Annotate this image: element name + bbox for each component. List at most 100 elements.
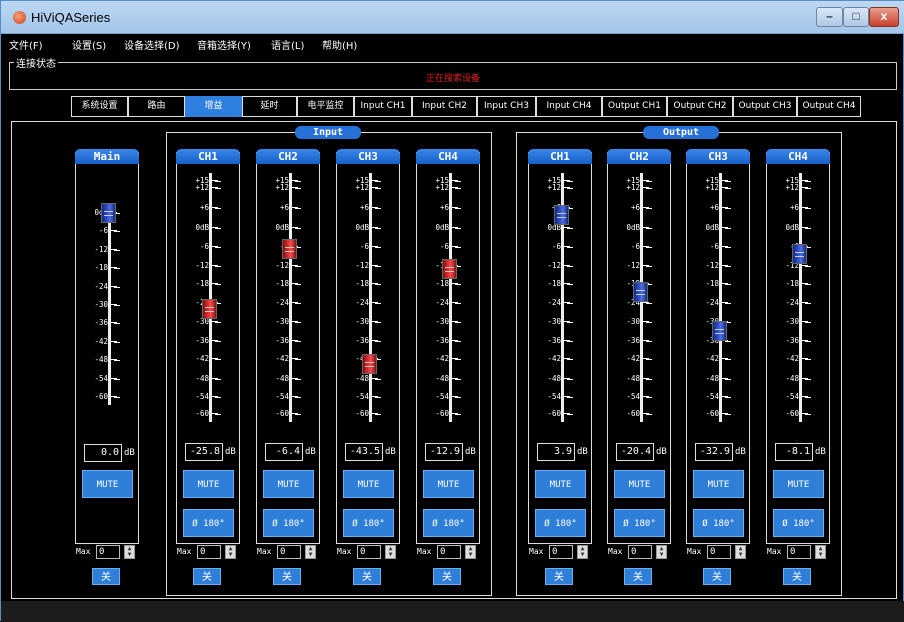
tab-2[interactable]: 增益 [185,96,242,117]
output-ch4-gain-value[interactable]: -8.1 [775,443,813,461]
input-ch3-max-input[interactable]: 0 [357,545,381,559]
tab-12[interactable]: Output CH4 [797,96,861,117]
input-ch3-gain-value[interactable]: -43.5 [345,443,383,461]
input-ch2-phase-button[interactable]: Ø 180° [263,509,314,537]
output-ch4-phase-button[interactable]: Ø 180° [773,509,824,537]
input-ch2-fader-knob[interactable] [282,238,297,259]
main-off-button[interactable]: 关 [92,568,120,585]
input-ch1-off-button[interactable]: 关 [193,568,221,585]
tab-7[interactable]: Input CH3 [477,96,536,117]
input-ch3-scale-tick [375,414,381,415]
minimize-button[interactable]: – [816,7,843,27]
input-ch4-fader-knob[interactable] [442,258,457,279]
output-ch1-off-button[interactable]: 关 [545,568,573,585]
input-ch2-fader-track[interactable] [289,173,292,422]
tab-0[interactable]: 系统设置 [71,96,128,117]
output-ch2-fader-knob[interactable] [633,281,648,302]
input-ch3-phase-button[interactable]: Ø 180° [343,509,394,537]
tab-5[interactable]: Input CH1 [354,96,412,117]
close-button[interactable]: x [869,7,899,27]
input-ch1-phase-button[interactable]: Ø 180° [183,509,234,537]
tab-1[interactable]: 路由 [128,96,185,117]
output-ch2-gain-value[interactable]: -20.4 [616,443,654,461]
tab-9[interactable]: Output CH1 [602,96,667,117]
input-ch1-fader-knob[interactable] [202,298,217,319]
output-ch2-scale-label: 0dB [612,223,649,232]
main-fader-knob[interactable] [101,203,116,223]
input-ch1-max-input[interactable]: 0 [197,545,221,559]
output-ch1-max-spinner[interactable]: ▲ ▼ [577,545,588,559]
tab-10[interactable]: Output CH2 [667,96,733,117]
input-ch4-max-spinner[interactable]: ▲ ▼ [465,545,476,559]
output-ch1-mute-button[interactable]: MUTE [535,470,586,498]
output-ch1-phase-button[interactable]: Ø 180° [535,509,586,537]
input-ch4-gain-value[interactable]: -12.9 [425,443,463,461]
input-ch3-off-button[interactable]: 关 [353,568,381,585]
output-ch2-mute-button[interactable]: MUTE [614,470,665,498]
output-ch3-fader-knob[interactable] [712,321,727,342]
output-ch1-gain-value[interactable]: 3.9 [537,443,575,461]
main-mute-button[interactable]: MUTE [82,470,133,498]
main-scale-label: -24 [80,282,117,291]
input-ch3-mute-button[interactable]: MUTE [343,470,394,498]
maximize-button[interactable]: □ [843,7,869,27]
output-ch4-max-input[interactable]: 0 [787,545,811,559]
input-ch2-scale-tick [295,265,301,267]
input-ch3-fader-knob[interactable] [362,354,377,375]
input-ch3-fader-track[interactable] [369,173,372,422]
input-ch4-mute-button[interactable]: MUTE [423,470,474,498]
output-ch3-off-button[interactable]: 关 [703,568,731,585]
main-max-spinner[interactable]: ▲ ▼ [124,545,135,559]
output-ch3-fader-track[interactable] [719,173,722,422]
output-ch4-off-button[interactable]: 关 [783,568,811,585]
input-ch2-mute-button[interactable]: MUTE [263,470,314,498]
output-ch2-max-input[interactable]: 0 [628,545,652,559]
tab-4[interactable]: 电平监控 [297,96,354,117]
menu-speaker-select[interactable]: 音箱选择(Y) [197,37,251,52]
output-ch3-max-input[interactable]: 0 [707,545,731,559]
output-ch3-mute-button[interactable]: MUTE [693,470,744,498]
input-ch1-mute-button[interactable]: MUTE [183,470,234,498]
output-ch1-scale-tick [567,322,573,324]
output-ch4-fader-knob[interactable] [792,243,807,264]
output-ch3-gain-value[interactable]: -32.9 [695,443,733,461]
output-ch1-fader-knob[interactable] [554,205,569,226]
output-ch4-max-spinner[interactable]: ▲ ▼ [815,545,826,559]
output-ch2-max-spinner[interactable]: ▲ ▼ [656,545,667,559]
input-ch4-phase-button[interactable]: Ø 180° [423,509,474,537]
output-ch4-fader-track[interactable] [799,173,802,422]
output-ch3-max-spinner[interactable]: ▲ ▼ [735,545,746,559]
main-fader-track[interactable] [108,205,111,405]
input-ch4-max-input[interactable]: 0 [437,545,461,559]
main-gain-value[interactable]: 0.0 [84,444,122,462]
tab-6[interactable]: Input CH2 [412,96,477,117]
input-ch4-fader-track[interactable] [449,173,452,422]
menu-settings[interactable]: 设置(S) [72,37,106,52]
output-ch1-scale-tick [567,414,573,415]
menu-language[interactable]: 语言(L) [271,37,304,52]
main-max-input[interactable]: 0 [96,545,120,559]
output-ch3-phase-button[interactable]: Ø 180° [693,509,744,537]
output-ch2-phase-button[interactable]: Ø 180° [614,509,665,537]
input-ch2-gain-value[interactable]: -6.4 [265,443,303,461]
output-ch4-mute-button[interactable]: MUTE [773,470,824,498]
input-ch1-fader-track[interactable] [209,173,212,422]
input-ch2-off-button[interactable]: 关 [273,568,301,585]
tab-8[interactable]: Input CH4 [536,96,602,117]
menu-device-select[interactable]: 设备选择(D) [124,37,180,52]
tab-11[interactable]: Output CH3 [733,96,797,117]
title-bar[interactable]: HiViQASeries – □ x [1,1,904,34]
input-ch1-max-spinner[interactable]: ▲ ▼ [225,545,236,559]
input-ch3-max-spinner[interactable]: ▲ ▼ [385,545,396,559]
tab-3[interactable]: 延时 [242,96,297,117]
menu-help[interactable]: 帮助(H) [322,37,357,52]
input-ch1-gain-value[interactable]: -25.8 [185,443,223,461]
input-ch4-strip: CH4+15+12+60dB-6-12-18-24-30-36-42-48-54… [416,149,480,544]
input-ch2-max-input[interactable]: 0 [277,545,301,559]
app-logo-icon [13,11,26,24]
output-ch1-max-input[interactable]: 0 [549,545,573,559]
menu-file[interactable]: 文件(F) [9,37,43,52]
input-ch2-max-spinner[interactable]: ▲ ▼ [305,545,316,559]
input-ch4-off-button[interactable]: 关 [433,568,461,585]
output-ch2-off-button[interactable]: 关 [624,568,652,585]
